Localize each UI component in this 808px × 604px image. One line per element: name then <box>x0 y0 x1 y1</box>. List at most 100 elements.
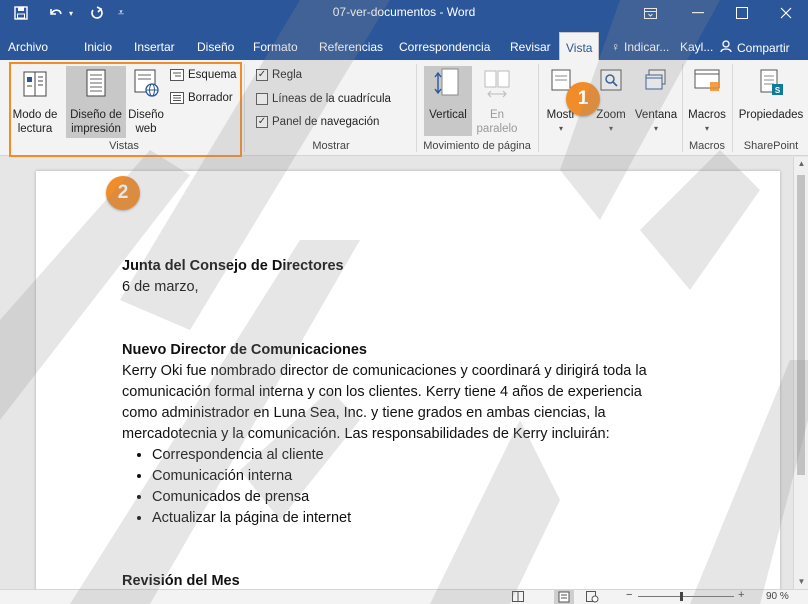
close-icon[interactable] <box>776 3 796 23</box>
vertical-page-icon <box>434 68 459 96</box>
properties-label: Propiedades <box>738 109 804 121</box>
responsibilities-list: Correspondencia al cliente Comunicación … <box>152 445 722 529</box>
group-separator <box>416 64 417 152</box>
lightbulb-icon: ♀ <box>611 40 620 54</box>
list-item: Actualizar la página de internet <box>152 508 722 529</box>
tab-correspondencia[interactable]: Correspondencia <box>393 34 496 60</box>
tab-referencias[interactable]: Referencias <box>313 34 389 60</box>
chevron-down-icon: ▾ <box>653 124 658 133</box>
callout-badge-1: 1 <box>566 82 600 116</box>
tab-inicio[interactable]: Inicio <box>78 34 118 60</box>
paragraph-line: comunicación formal interna y con los cl… <box>122 384 642 400</box>
zoom-label: Zoom <box>596 109 626 121</box>
mostrar-group-label: Mostrar <box>312 140 350 152</box>
tell-me-search[interactable]: ♀ Indicar... <box>611 40 669 54</box>
share-label: Compartir <box>737 41 790 55</box>
zoom-slider[interactable] <box>638 596 734 597</box>
group-separator <box>244 64 245 152</box>
list-item: Comunicados de prensa <box>152 487 722 508</box>
macros-group-label: Macros <box>688 140 726 152</box>
document-area: Junta del Consejo de Directores 6 de mar… <box>0 157 793 589</box>
gridlines-checkbox[interactable]: Líneas de la cuadrícula <box>256 93 391 105</box>
vertical-scrollbar[interactable]: ▲ ▼ <box>793 157 808 589</box>
document-page[interactable]: Junta del Consejo de Directores 6 de mar… <box>36 171 780 589</box>
tab-revisar[interactable]: Revisar <box>504 34 557 60</box>
paragraph-line: como administrador en Luna Sea, Inc. y t… <box>122 405 606 421</box>
properties-button[interactable]: S Propiedades <box>736 66 806 122</box>
tab-archivo[interactable]: Archivo <box>2 34 54 60</box>
ruler-label: Regla <box>272 69 303 81</box>
macros-icon <box>694 69 720 91</box>
vistas-highlight-box <box>9 62 242 157</box>
zoom-level[interactable]: 90 % <box>766 591 789 602</box>
group-separator <box>538 64 539 152</box>
tell-me-label: Indicar... <box>624 40 670 54</box>
movimiento-group-label: Movimiento de página <box>423 140 531 152</box>
side-by-side-button[interactable]: En paralelo <box>474 66 520 136</box>
side-by-side-label-2: paralelo <box>476 123 518 135</box>
properties-icon: S <box>760 69 783 95</box>
sharepoint-group-label: SharePoint <box>743 140 799 152</box>
nav-pane-checkbox[interactable]: ✓ Panel de navegación <box>256 116 379 128</box>
undo-dropdown-icon[interactable]: ▾ <box>66 3 76 23</box>
vertical-label: Vertical <box>429 109 467 121</box>
chevron-down-icon: ▾ <box>558 124 563 133</box>
ruler-checkbox[interactable]: ✓ Regla <box>256 69 302 81</box>
scroll-down-icon[interactable]: ▼ <box>794 575 808 589</box>
vertical-button[interactable]: Vertical <box>424 66 472 136</box>
window-label: Ventana <box>634 109 678 121</box>
redo-icon[interactable] <box>87 3 107 23</box>
list-item: Correspondencia al cliente <box>152 445 722 466</box>
minimize-icon[interactable] <box>688 3 708 23</box>
tab-formato[interactable]: Formato <box>247 34 304 60</box>
nav-pane-check-icon: ✓ <box>256 116 268 128</box>
read-mode-status-icon[interactable] <box>512 591 524 604</box>
paragraph-line: mercadotecnia y la comunicación. Las res… <box>122 426 610 442</box>
meeting-date: 6 de marzo, <box>122 279 199 295</box>
tab-insertar[interactable]: Insertar <box>128 34 181 60</box>
side-by-side-label-1: En <box>489 109 505 121</box>
tab-vista[interactable]: Vista <box>559 32 600 60</box>
status-bar: − + 90 % <box>0 589 808 604</box>
side-by-side-icon <box>484 70 510 98</box>
zoom-out-button[interactable]: − <box>626 589 632 601</box>
heading-new-director: Nuevo Director de Comunicaciones <box>122 342 367 358</box>
window-icon <box>645 69 666 90</box>
list-item: Comunicación interna <box>152 466 722 487</box>
ribbon-display-options-icon[interactable] <box>640 3 660 23</box>
group-separator <box>682 64 683 152</box>
user-account[interactable]: Kayl... <box>680 40 713 54</box>
svg-text:S: S <box>775 86 781 95</box>
gridlines-check-icon <box>256 93 268 105</box>
group-separator <box>732 64 733 152</box>
ribbon-tabs: Archivo Inicio Insertar Diseño Formato R… <box>0 26 808 60</box>
heading-month-review: Revisión del Mes <box>122 573 240 589</box>
heading-board-meeting: Junta del Consejo de Directores <box>122 258 344 274</box>
scroll-up-icon[interactable]: ▲ <box>794 157 808 171</box>
zoom-slider-thumb[interactable] <box>680 592 683 601</box>
document-content: Junta del Consejo de Directores 6 de mar… <box>122 256 722 589</box>
customize-qat-icon[interactable]: ⩡ <box>114 3 128 23</box>
person-icon <box>720 40 733 56</box>
macros-label: Macros <box>688 109 726 121</box>
maximize-icon[interactable] <box>732 3 752 23</box>
zoom-in-button[interactable]: + <box>738 589 744 601</box>
gridlines-label: Líneas de la cuadrícula <box>272 93 391 105</box>
title-bar: ▾ ⩡ 07-ver-documentos - Word <box>0 0 808 26</box>
undo-icon[interactable] <box>46 3 66 23</box>
macros-button[interactable]: Macros ▾ <box>684 66 730 136</box>
callout-badge-2: 2 <box>106 176 140 210</box>
print-layout-status-icon[interactable] <box>554 590 574 604</box>
web-layout-status-icon[interactable] <box>586 591 599 604</box>
tab-diseno[interactable]: Diseño <box>191 34 240 60</box>
share-button[interactable]: Compartir <box>720 40 790 56</box>
paragraph-line: Kerry Oki fue nombrado director de comun… <box>122 363 647 379</box>
save-icon[interactable] <box>10 3 32 23</box>
zoom-icon <box>600 69 622 91</box>
nav-pane-label: Panel de navegación <box>272 116 380 128</box>
chevron-down-icon: ▾ <box>608 124 613 133</box>
window-button[interactable]: Ventana ▾ <box>632 66 680 136</box>
ruler-check-icon: ✓ <box>256 69 268 81</box>
scroll-thumb[interactable] <box>797 175 805 475</box>
user-name: Kayl... <box>680 40 714 54</box>
